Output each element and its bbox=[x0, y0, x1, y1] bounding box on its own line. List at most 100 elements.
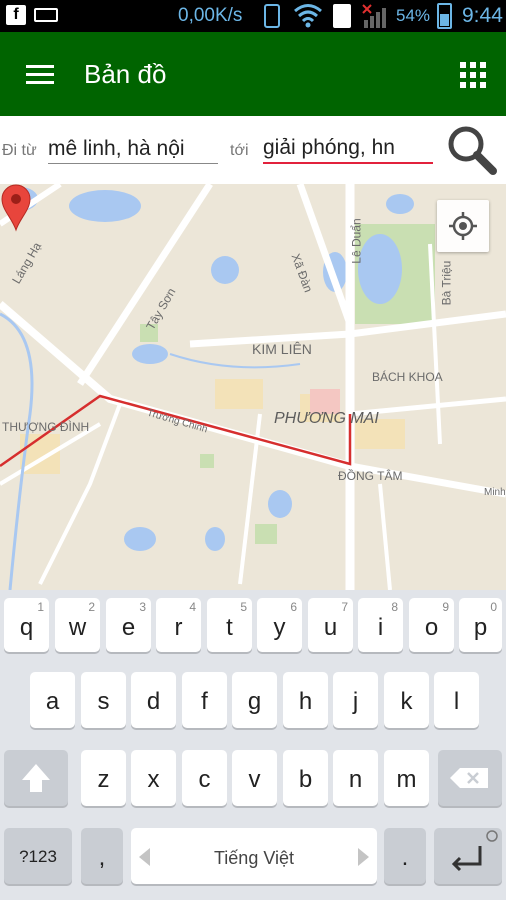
comma-key[interactable]: , bbox=[81, 828, 123, 884]
key-i[interactable]: 8i bbox=[358, 598, 403, 652]
backspace-icon bbox=[450, 768, 488, 788]
key-hint: 1 bbox=[37, 600, 44, 614]
clock: 9:44 bbox=[462, 4, 503, 27]
status-bar: f 0,00K/s 54% 9:44 bbox=[0, 0, 506, 32]
key-label: p bbox=[473, 614, 488, 641]
key-label: r bbox=[174, 614, 183, 641]
key-x[interactable]: x bbox=[131, 750, 176, 806]
key-hint: 9 bbox=[442, 600, 449, 614]
key-label: c bbox=[198, 766, 211, 793]
period-key[interactable]: . bbox=[384, 828, 426, 884]
key-label: s bbox=[97, 688, 110, 715]
key-label: f bbox=[201, 688, 208, 715]
key-label: b bbox=[298, 766, 313, 793]
map-label-bach-khoa: BÁCH KHOA bbox=[372, 370, 443, 384]
key-w[interactable]: 2w bbox=[55, 598, 100, 652]
key-label: x bbox=[147, 766, 160, 793]
key-label: y bbox=[273, 614, 286, 641]
key-h[interactable]: h bbox=[283, 672, 328, 728]
menu-icon[interactable] bbox=[26, 65, 54, 85]
key-label: z bbox=[97, 766, 110, 793]
page-title: Bản đồ bbox=[84, 59, 167, 89]
key-g[interactable]: g bbox=[232, 672, 277, 728]
keyboard-icon bbox=[34, 8, 58, 22]
key-a[interactable]: a bbox=[30, 672, 75, 728]
phone-icon bbox=[264, 4, 280, 28]
search-icon[interactable] bbox=[444, 122, 498, 176]
key-label: w bbox=[68, 614, 87, 641]
key-t[interactable]: 5t bbox=[207, 598, 252, 652]
space-label: Tiếng Việt bbox=[213, 848, 295, 868]
space-key[interactable]: Tiếng Việt bbox=[131, 828, 377, 884]
map-label-minh: Minh bbox=[484, 487, 506, 498]
my-location-button[interactable] bbox=[437, 200, 489, 252]
backspace-key[interactable] bbox=[438, 750, 502, 806]
signal-icon bbox=[362, 4, 386, 28]
language-next-icon bbox=[358, 848, 369, 866]
key-o[interactable]: 9o bbox=[409, 598, 454, 652]
key-s[interactable]: s bbox=[81, 672, 126, 728]
key-y[interactable]: 6y bbox=[257, 598, 302, 652]
key-c[interactable]: c bbox=[182, 750, 227, 806]
key-hint: 5 bbox=[240, 600, 247, 614]
shift-key[interactable] bbox=[4, 750, 68, 806]
key-label: m bbox=[396, 766, 417, 793]
key-d[interactable]: d bbox=[131, 672, 176, 728]
key-hint: 2 bbox=[88, 600, 95, 614]
key-label: g bbox=[247, 688, 262, 715]
key-label: e bbox=[121, 614, 136, 641]
key-label: i bbox=[377, 614, 384, 641]
key-m[interactable]: m bbox=[384, 750, 429, 806]
map-label-phuong-mai: PHƯƠNG MAI bbox=[274, 410, 379, 427]
battery-icon bbox=[437, 3, 452, 29]
key-label: k bbox=[400, 688, 413, 715]
key-label: . bbox=[401, 844, 409, 871]
key-p[interactable]: 0p bbox=[459, 598, 502, 652]
map-label-le-duan: Lê Duẩn bbox=[349, 218, 364, 264]
to-input[interactable] bbox=[263, 134, 433, 164]
key-l[interactable]: l bbox=[434, 672, 479, 728]
key-f[interactable]: f bbox=[182, 672, 227, 728]
key-u[interactable]: 7u bbox=[308, 598, 353, 652]
key-n[interactable]: n bbox=[333, 750, 378, 806]
enter-key[interactable] bbox=[434, 828, 502, 884]
enter-icon bbox=[451, 830, 498, 872]
grid-icon[interactable] bbox=[460, 62, 486, 88]
key-label: l bbox=[453, 688, 460, 715]
key-e[interactable]: 3e bbox=[106, 598, 151, 652]
key-b[interactable]: b bbox=[283, 750, 328, 806]
key-label: v bbox=[248, 766, 261, 793]
map-view[interactable]: Láng Hạ Tây Sơn Xã Đàn Lê Duẩn Bà Triệu … bbox=[0, 184, 506, 590]
route-bar: Đi từ tới bbox=[0, 116, 506, 184]
key-hint: 0 bbox=[490, 600, 497, 614]
key-label: ?123 bbox=[19, 847, 57, 866]
facebook-icon: f bbox=[6, 5, 26, 25]
key-z[interactable]: z bbox=[81, 750, 126, 806]
key-hint: 3 bbox=[139, 600, 146, 614]
from-label: Đi từ bbox=[2, 142, 37, 159]
map-label-kim-lien: KIM LIÊN bbox=[252, 341, 312, 357]
key-label: n bbox=[348, 766, 363, 793]
key-v[interactable]: v bbox=[232, 750, 277, 806]
symbols-key[interactable]: ?123 bbox=[4, 828, 72, 884]
key-k[interactable]: k bbox=[384, 672, 429, 728]
map-pin-icon[interactable] bbox=[0, 184, 32, 232]
key-q[interactable]: 1q bbox=[4, 598, 49, 652]
map-label-dong-tam: ĐỒNG TÂM bbox=[338, 469, 403, 483]
app-bar: Bản đồ bbox=[0, 32, 506, 116]
key-label: t bbox=[226, 614, 233, 641]
network-speed: 0,00K/s bbox=[178, 5, 243, 26]
key-j[interactable]: j bbox=[333, 672, 378, 728]
key-label: h bbox=[298, 688, 313, 715]
status-left-icons: f bbox=[6, 5, 58, 25]
key-hint: 8 bbox=[391, 600, 398, 614]
battery-percent: 54% bbox=[396, 6, 431, 25]
from-input[interactable] bbox=[48, 134, 218, 164]
key-r[interactable]: 4r bbox=[156, 598, 201, 652]
to-label: tới bbox=[230, 142, 249, 159]
map-label-thuong-dinh: THƯỢNG ĐÌNH bbox=[2, 420, 90, 434]
my-location-icon bbox=[449, 212, 477, 240]
key-hint: 7 bbox=[341, 600, 348, 614]
key-label: j bbox=[352, 688, 359, 715]
key-label: o bbox=[424, 614, 439, 641]
